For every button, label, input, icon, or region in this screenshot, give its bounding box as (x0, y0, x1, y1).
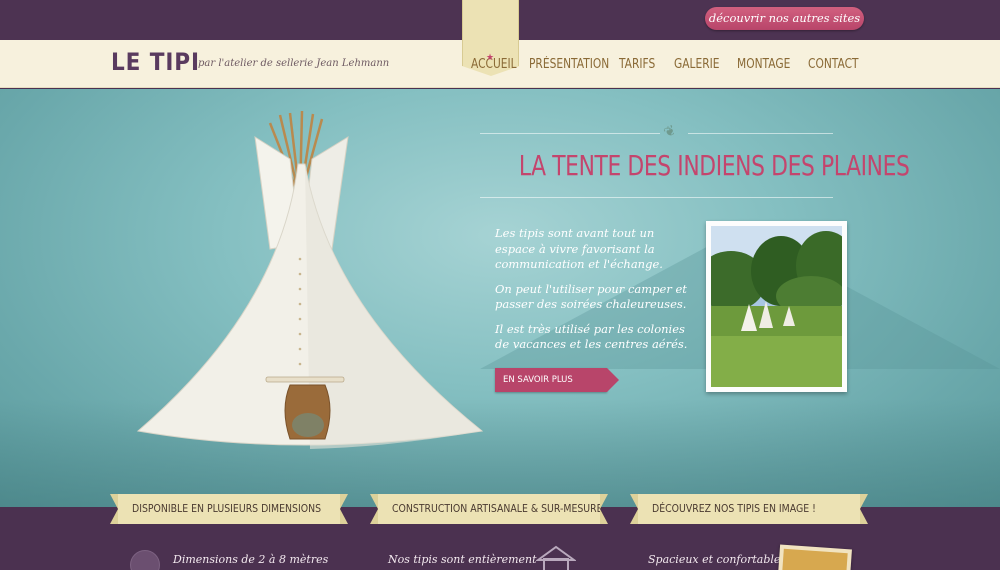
hero-title: LA TENTE DES INDIENS DES PLAINES (518, 149, 910, 182)
feature-ribbon-construction: CONSTRUCTION ARTISANALE & SUR-MESURE (370, 494, 608, 524)
feature-title: DÉCOUVREZ NOS TIPIS EN IMAGE ! (652, 502, 816, 515)
feature-text: Nos tipis sont entièrement (388, 553, 537, 566)
hero-paragraph: On peut l'utiliser pour camper et passer… (495, 281, 687, 312)
gallery-thumbnail[interactable] (778, 544, 852, 570)
site-logo[interactable]: LE TIPI (111, 48, 200, 76)
feather-icon: ❦ (660, 121, 679, 141)
nav-item-presentation[interactable]: PRÉSENTATION (529, 57, 609, 72)
other-sites-button[interactable]: découvrir nos autres sites (705, 7, 864, 30)
site-tagline: par l'atelier de sellerie Jean Lehmann (198, 58, 390, 69)
title-rule-bottom (480, 197, 833, 198)
feature-title: DISPONIBLE EN PLUSIEURS DIMENSIONS (132, 502, 322, 515)
hero-description: Les tipis sont avant tout un espace à vi… (495, 226, 695, 362)
star-icon: ★ (486, 52, 495, 62)
feature-text: Spacieux et confortable, (648, 553, 784, 566)
feature-title: CONSTRUCTION ARTISANALE & SUR-MESURE (392, 502, 603, 515)
title-rule-right (688, 133, 833, 134)
feature-ribbon-gallery[interactable]: DÉCOUVREZ NOS TIPIS EN IMAGE ! (630, 494, 868, 524)
hero-paragraph: Il est très utilisé par les colonies de … (495, 321, 688, 352)
tipi-photo[interactable] (706, 221, 847, 392)
feature-ribbon-dimensions: DISPONIBLE EN PLUSIEURS DIMENSIONS (110, 494, 348, 524)
ruler-icon (130, 550, 160, 570)
features-section: DISPONIBLE EN PLUSIEURS DIMENSIONS CONST… (0, 494, 1000, 570)
hero-section: ❦ LA TENTE DES INDIENS DES PLAINES Les t… (0, 89, 1000, 507)
hero-paragraph: Les tipis sont avant tout un espace à vi… (495, 226, 663, 271)
read-more-button[interactable]: EN SAVOIR PLUS (495, 368, 619, 392)
house-icon (536, 545, 576, 570)
nav-item-tarifs[interactable]: TARIFS (619, 57, 655, 72)
title-rule-left (480, 133, 660, 134)
nav-item-montage[interactable]: MONTAGE (737, 57, 790, 72)
tipi-illustration (136, 110, 484, 449)
nav-item-contact[interactable]: CONTACT (808, 57, 859, 72)
nav-item-galerie[interactable]: GALERIE (674, 57, 720, 72)
feature-text: Dimensions de 2 à 8 mètres (173, 553, 329, 566)
tipi-photo-image (711, 226, 842, 387)
